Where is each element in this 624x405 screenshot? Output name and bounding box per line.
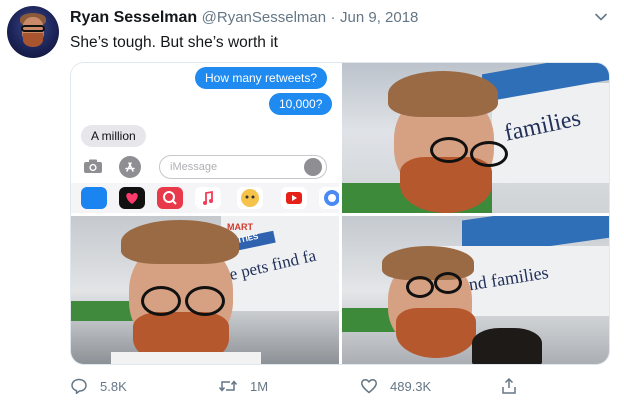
retweet-icon xyxy=(218,380,238,392)
man-hair xyxy=(388,71,498,117)
tweet-text: She’s tough. But she’s worth it xyxy=(70,34,278,51)
reply-count: 5.8K xyxy=(100,378,127,394)
glasses-lens xyxy=(470,141,508,167)
like-button[interactable]: 489.3K xyxy=(360,375,431,397)
digital-touch-app-icon[interactable] xyxy=(119,187,145,209)
imessage-app-drawer xyxy=(71,183,339,213)
music-app-icon[interactable] xyxy=(195,187,221,209)
message-received: A million xyxy=(81,125,146,147)
dog xyxy=(472,328,542,364)
share-button[interactable] xyxy=(500,375,518,397)
avatar-glasses xyxy=(21,25,45,32)
chevron-down-icon[interactable] xyxy=(594,10,608,24)
glasses-lens xyxy=(185,286,225,316)
glasses-lens xyxy=(406,276,434,298)
photo-imessage-screenshot[interactable]: How many retweets? 10,000? A million iMe… xyxy=(71,63,339,213)
heart-icon xyxy=(361,378,377,394)
man-beard xyxy=(396,308,476,358)
retweet-button[interactable]: 1M xyxy=(218,375,268,397)
share-icon xyxy=(502,377,516,394)
glasses-lens xyxy=(434,272,462,294)
separator-dot: · xyxy=(330,9,336,26)
media-grid[interactable]: How many retweets? 10,000? A million iMe… xyxy=(70,62,610,365)
image-search-app-icon[interactable] xyxy=(157,187,183,209)
youtube-app-icon[interactable] xyxy=(281,187,307,209)
imessage-input[interactable]: iMessage xyxy=(159,155,327,179)
tweet-actions: 5.8K 1M 489.3K xyxy=(70,375,610,399)
camera-icon[interactable] xyxy=(83,159,103,174)
author-name[interactable]: Ryan Sesselman xyxy=(70,9,197,26)
reply-button[interactable]: 5.8K xyxy=(70,375,127,397)
reply-icon xyxy=(71,378,87,395)
man-beard xyxy=(400,157,492,213)
shirt xyxy=(111,352,261,364)
message-sent: How many retweets? xyxy=(195,67,328,89)
retweet-count: 1M xyxy=(250,378,269,394)
like-count: 489.3K xyxy=(390,378,432,394)
google-app-icon[interactable] xyxy=(319,187,339,209)
man-hair xyxy=(382,246,474,280)
tweet-header: Ryan Sesselman @RyanSesselman · Jun 9, 2… xyxy=(70,8,418,28)
glasses-lens xyxy=(141,286,181,316)
imessage-placeholder: iMessage xyxy=(170,161,218,173)
microphone-icon[interactable] xyxy=(304,158,322,176)
imessage-input-bar: iMessage xyxy=(71,153,339,181)
glasses-lens xyxy=(430,137,468,163)
app-store-icon[interactable] xyxy=(119,156,141,178)
tweet-date[interactable]: Jun 9, 2018 xyxy=(340,9,418,26)
tweet: Ryan Sesselman @RyanSesselman · Jun 9, 2… xyxy=(0,0,624,405)
photo-bottom-right[interactable]: MART s find families xyxy=(342,216,609,364)
author-handle[interactable]: @RyanSesselman xyxy=(202,9,326,26)
avatar[interactable] xyxy=(7,6,59,58)
message-sent: 10,000? xyxy=(269,93,333,115)
photo-bottom-left[interactable]: MART ARITIES re pets find fa xyxy=(71,216,339,364)
man-hair xyxy=(121,220,239,264)
animoji-app-icon[interactable] xyxy=(237,187,263,209)
app-store-app-icon[interactable] xyxy=(81,187,107,209)
photo-top-right[interactable]: families xyxy=(342,63,609,213)
avatar-beard xyxy=(23,33,43,47)
